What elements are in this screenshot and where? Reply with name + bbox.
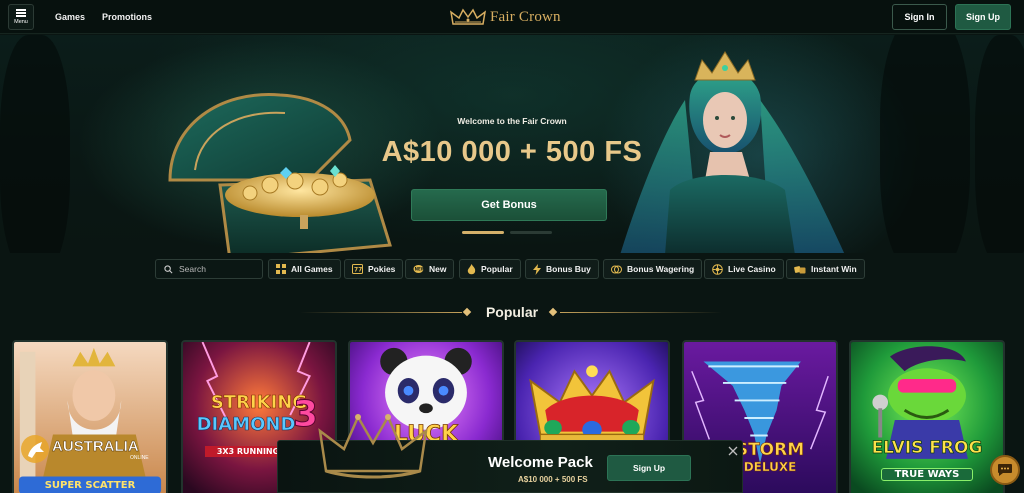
promo-title: Welcome Pack bbox=[488, 454, 593, 471]
crown-logo-icon bbox=[450, 8, 486, 25]
hero-subtitle: Welcome to the Fair Crown bbox=[457, 116, 567, 126]
game-title-number: 3 bbox=[292, 394, 319, 436]
filter-label: Live Casino bbox=[728, 264, 776, 274]
filter-live-casino[interactable]: Live Casino bbox=[704, 259, 784, 279]
filter-label: Bonus Buy bbox=[546, 264, 591, 274]
game-subtitle: TRUE WAYS bbox=[881, 468, 973, 481]
close-icon[interactable] bbox=[727, 445, 739, 457]
filter-all-games[interactable]: All Games bbox=[268, 259, 341, 279]
site-watermark: AUSTRALIA ONLINE bbox=[20, 432, 160, 472]
filter-popular[interactable]: Popular bbox=[459, 259, 521, 279]
section-divider-right bbox=[560, 312, 722, 313]
promo-subtitle: A$10 000 + 500 FS bbox=[518, 475, 588, 484]
flame-icon bbox=[467, 263, 476, 274]
search-icon bbox=[164, 264, 173, 273]
site-logo[interactable]: Fair Crown bbox=[450, 7, 561, 27]
section-title-popular: Popular bbox=[485, 304, 539, 320]
filter-label: All Games bbox=[291, 264, 333, 274]
lightning-icon bbox=[533, 263, 541, 275]
game-card-elvis-frog[interactable]: ELVIS FROG TRUE WAYS bbox=[849, 340, 1005, 493]
watermark-subtext: ONLINE bbox=[130, 455, 149, 461]
treasure-chest-image bbox=[168, 93, 392, 253]
filter-bonus-wagering[interactable]: Bonus Wagering bbox=[603, 259, 703, 279]
sign-up-button[interactable]: Sign Up bbox=[955, 4, 1011, 30]
game-subtitle: SUPER SCATTER bbox=[44, 480, 136, 491]
logo-text: Fair Crown bbox=[490, 8, 561, 25]
filter-pokies[interactable]: 77 Pokies bbox=[344, 259, 404, 279]
filter-label: Popular bbox=[481, 264, 513, 274]
crown-image bbox=[318, 414, 428, 479]
nav-promotions[interactable]: Promotions bbox=[102, 12, 152, 22]
hero-banner: Welcome to the Fair Crown A$10 000 + 500… bbox=[0, 35, 1024, 253]
top-header: Menu Games Promotions Fair Crown Sign In… bbox=[0, 0, 1024, 34]
hamburger-icon bbox=[16, 9, 26, 17]
filter-bonus-buy[interactable]: Bonus Buy bbox=[525, 259, 599, 279]
watermark-text: AUSTRALIA bbox=[52, 438, 139, 455]
svg-text:77: 77 bbox=[354, 267, 362, 274]
sign-in-button[interactable]: Sign In bbox=[892, 4, 947, 30]
filter-label: Pokies bbox=[368, 264, 396, 274]
get-bonus-button[interactable]: Get Bonus bbox=[411, 189, 607, 221]
menu-button[interactable]: Menu bbox=[8, 4, 34, 30]
search-input[interactable] bbox=[179, 264, 259, 274]
live-chat-button[interactable] bbox=[990, 455, 1020, 485]
slide-indicator[interactable] bbox=[510, 231, 552, 234]
svg-text:NEW: NEW bbox=[415, 267, 424, 272]
slide-indicator-active[interactable] bbox=[462, 231, 504, 234]
slot-machine-icon: 77 bbox=[352, 264, 363, 274]
coins-icon bbox=[611, 265, 622, 273]
game-title: ELVIS FROG bbox=[871, 438, 983, 459]
hero-offer-title: A$10 000 + 500 FS bbox=[381, 136, 643, 168]
promo-sign-up-button[interactable]: Sign Up bbox=[607, 455, 691, 481]
menu-label: Menu bbox=[14, 19, 28, 25]
filter-label: New bbox=[429, 264, 447, 274]
filter-label: Bonus Wagering bbox=[627, 264, 695, 274]
grid-icon bbox=[276, 264, 286, 274]
filter-instant-win[interactable]: Instant Win bbox=[786, 259, 865, 279]
welcome-pack-banner: Welcome Pack A$10 000 + 500 FS Sign Up bbox=[277, 414, 743, 493]
nav-games[interactable]: Games bbox=[55, 12, 85, 22]
kangaroo-logo-icon bbox=[21, 435, 49, 463]
search-field[interactable] bbox=[155, 259, 263, 279]
chat-bubble-icon bbox=[998, 464, 1012, 476]
filter-label: Instant Win bbox=[811, 264, 857, 274]
dice-icon bbox=[794, 265, 806, 273]
new-badge-icon: NEW bbox=[413, 265, 424, 273]
filter-new[interactable]: NEW New bbox=[405, 259, 455, 279]
roulette-icon bbox=[712, 263, 723, 275]
